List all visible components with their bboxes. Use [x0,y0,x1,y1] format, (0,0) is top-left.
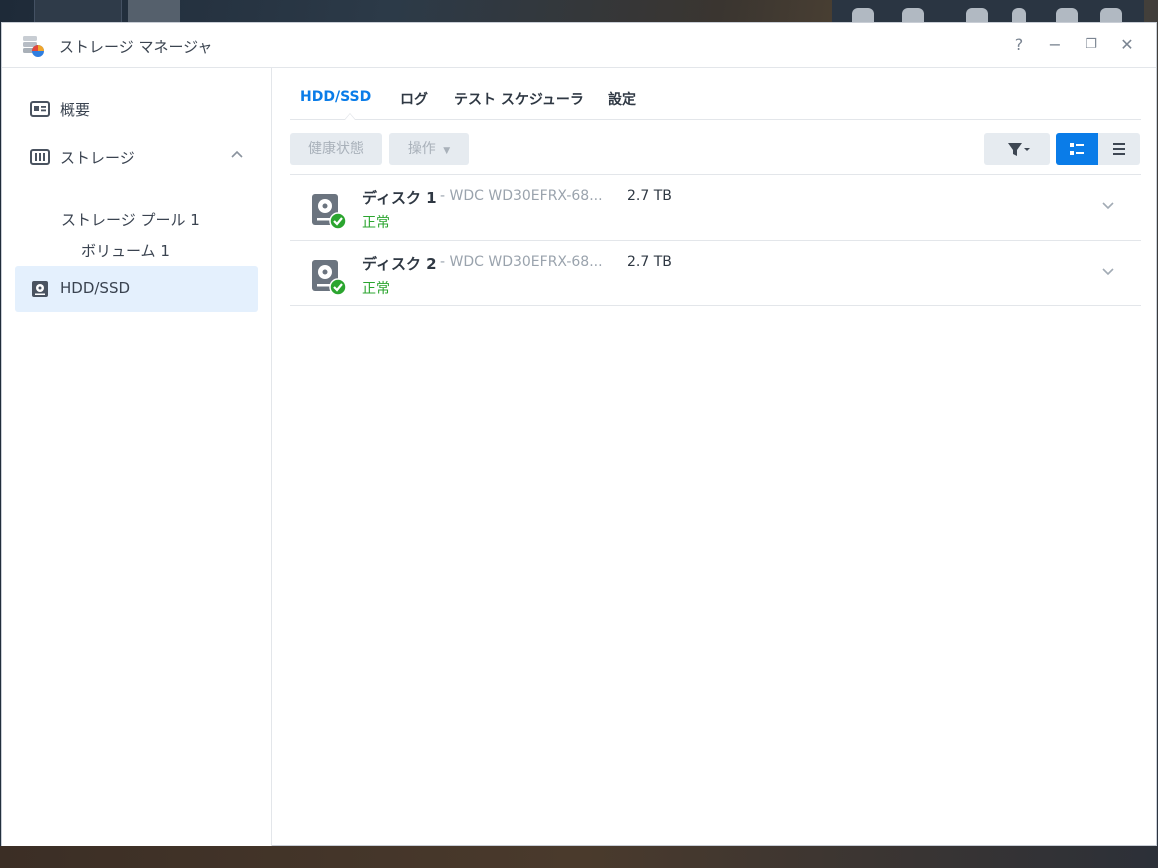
disk-healthy-icon [312,194,347,230]
sidebar-item-hdd-ssd[interactable]: HDD/SSD [15,266,258,312]
chevron-down-icon[interactable] [1098,263,1118,283]
disk-row[interactable]: ディスク 2 - WDC WD30EFRX-68... 2.7 TB 正常 [290,240,1141,306]
action-dropdown-button[interactable]: 操作 ▼ [389,133,469,165]
disk-separator: - [440,188,446,204]
action-label: 操作 [407,141,436,157]
restore-button[interactable]: ❐ [1081,35,1101,55]
taskbar-tray-icon-2[interactable] [902,8,924,22]
disk-model: - WDC WD30EFRX-68... [440,188,603,204]
disk-name: ディスク 1 [362,189,437,207]
taskbar-tray-icon-1[interactable] [852,8,874,22]
sidebar-item-label: HDD/SSD [60,279,131,297]
desktop-background [0,846,1158,868]
filter-button[interactable] [984,133,1050,165]
disk-row[interactable]: ディスク 1 - WDC WD30EFRX-68... 2.7 TB 正常 [290,174,1141,240]
desktop-taskbar [0,0,1158,22]
chevron-up-icon[interactable] [228,145,246,163]
disk-separator: - [440,254,446,270]
main-content: HDD/SSD ログ テスト スケジューラ 設定 健康状態 操作 ▼ ディスク … [273,68,1158,847]
storage-icon [30,149,50,165]
detail-list-icon [1070,143,1084,155]
health-status-button[interactable]: 健康状態 [290,133,382,165]
disk-list: ディスク 1 - WDC WD30EFRX-68... 2.7 TB 正常 ディ [290,174,1141,306]
storage-manager-app-icon [23,36,44,57]
sidebar-item-storage[interactable]: ストレージ [15,134,258,180]
taskbar-tray-icon-4[interactable] [1012,8,1026,22]
toolbar: 健康状態 操作 ▼ [290,133,1141,165]
disk-size: 2.7 TB [627,188,672,204]
hdd-icon [32,281,48,297]
sidebar-item-label: 概要 [60,101,91,119]
taskbar-storage-manager-button[interactable] [128,0,180,22]
tab-settings[interactable]: 設定 [608,89,636,109]
storage-manager-window: ストレージ マネージャ ? − ❐ ✕ 概要 ストレージ ストレージ プール 1… [1,22,1158,847]
active-tab-indicator [344,113,356,120]
help-button[interactable]: ? [1009,35,1029,55]
tab-log[interactable]: ログ [400,89,428,109]
taskbar-tray-icon-5[interactable] [1056,8,1078,22]
disk-model-text: WDC WD30EFRX-68... [449,254,603,270]
tab-hdd-ssd[interactable]: HDD/SSD [300,89,371,105]
overview-icon [30,101,50,117]
disk-name: ディスク 2 [362,255,437,273]
minimize-button[interactable]: − [1045,35,1065,55]
disk-model: - WDC WD30EFRX-68... [440,254,603,270]
caret-down-icon: ▼ [443,146,451,156]
disk-size: 2.7 TB [627,254,672,270]
list-icon [1113,143,1125,155]
filter-icon [1008,143,1030,156]
window-titlebar[interactable]: ストレージ マネージャ ? − ❐ ✕ [2,23,1156,68]
close-button[interactable]: ✕ [1117,35,1137,55]
sidebar-item-storage-pool[interactable]: ストレージ プール 1 [61,209,200,230]
sidebar-item-overview[interactable]: 概要 [15,86,258,132]
sidebar-item-label: ストレージ [60,149,135,167]
disk-model-text: WDC WD30EFRX-68... [449,188,603,204]
taskbar-system-tray [832,0,1144,22]
sidebar: 概要 ストレージ ストレージ プール 1 ボリューム 1 HDD/SSD [2,68,272,847]
taskbar-tray-icon-6[interactable] [1100,8,1122,22]
taskbar-main-menu-button[interactable] [34,0,122,22]
disk-status: 正常 [362,215,390,231]
list-view-button[interactable] [1098,133,1140,165]
chevron-down-icon[interactable] [1098,197,1118,217]
tab-bar: HDD/SSD ログ テスト スケジューラ 設定 [290,68,1141,120]
taskbar-tray-icon-3[interactable] [966,8,988,22]
tab-test-scheduler[interactable]: テスト スケジューラ [454,89,584,109]
disk-status: 正常 [362,281,390,297]
disk-healthy-icon [312,260,347,296]
sidebar-item-volume[interactable]: ボリューム 1 [81,240,170,261]
detail-view-button[interactable] [1056,133,1098,165]
window-title: ストレージ マネージャ [59,38,213,56]
